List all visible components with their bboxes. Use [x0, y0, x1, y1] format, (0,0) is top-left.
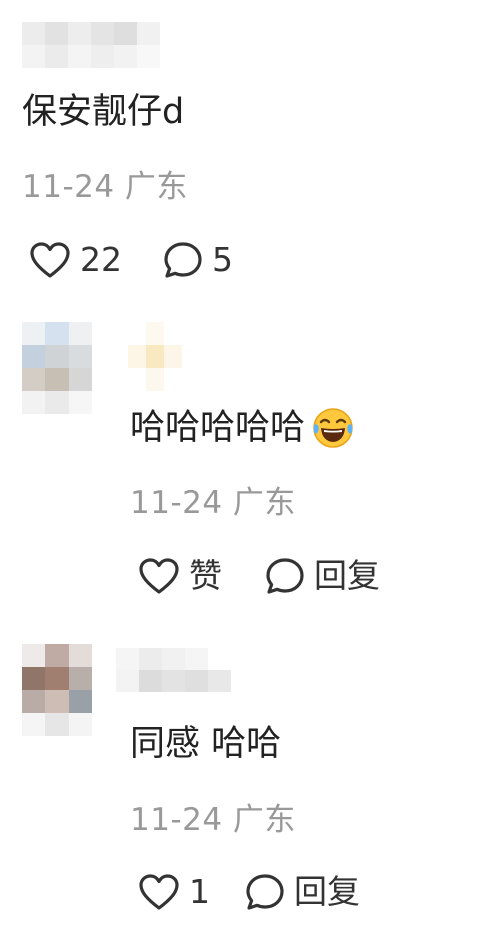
username-blurred[interactable] — [22, 22, 160, 68]
avatar[interactable] — [22, 322, 92, 414]
comment-text[interactable]: 同感 哈哈 — [130, 722, 281, 766]
like-button[interactable]: 赞 — [137, 556, 222, 596]
comment-meta: 11-24 广东 — [22, 169, 188, 205]
comment-item-1: 保安靓仔d 11-24 广东 22 5 — [0, 0, 502, 300]
like-button[interactable]: 22 — [28, 240, 122, 280]
reply-label: 回复 — [314, 556, 380, 595]
comment-text-body: 同感 哈哈 — [130, 724, 282, 764]
reply-button[interactable]: 5 — [162, 240, 233, 280]
username-blurred[interactable] — [128, 322, 182, 391]
heart-outline-icon — [137, 872, 181, 912]
comment-meta: 11-24 广东 — [130, 485, 296, 521]
reply-button[interactable]: 回复 — [244, 872, 360, 912]
speech-bubble-icon — [264, 556, 306, 596]
speech-bubble-icon — [162, 240, 204, 280]
comment-text[interactable]: 哈哈哈哈哈 — [130, 406, 355, 450]
like-label: 赞 — [189, 556, 222, 595]
reply-count: 5 — [212, 240, 233, 279]
like-button[interactable]: 1 — [137, 872, 210, 912]
speech-bubble-icon — [244, 872, 286, 912]
comment-text[interactable]: 保安靓仔d — [22, 90, 184, 134]
heart-outline-icon — [137, 556, 181, 596]
heart-outline-icon — [28, 240, 72, 280]
comment-item-3: 同感 哈哈 11-24 广东 1 回复 — [0, 620, 502, 942]
reply-button[interactable]: 回复 — [264, 556, 380, 596]
comment-text-body: 保安靓仔d — [22, 92, 185, 132]
username-blurred[interactable] — [116, 648, 231, 692]
like-count: 22 — [80, 240, 122, 279]
like-count: 1 — [189, 872, 210, 911]
comment-item-2: 哈哈哈哈哈 11-24 广东 赞 回复 — [0, 300, 502, 620]
comment-meta: 11-24 广东 — [130, 802, 296, 838]
avatar[interactable] — [22, 644, 92, 736]
comment-text-body: 哈哈哈哈哈 — [130, 408, 306, 448]
laughing-tears-emoji-icon — [311, 406, 355, 450]
reply-label: 回复 — [294, 872, 360, 911]
